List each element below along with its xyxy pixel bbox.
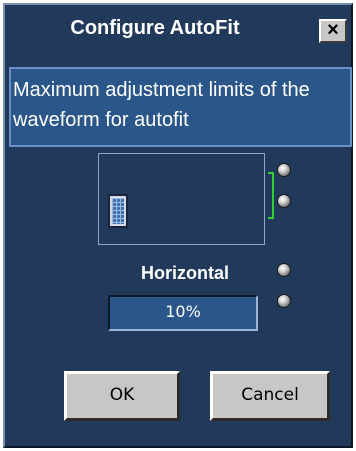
ok-button[interactable]: OK <box>64 371 180 421</box>
waveform-icon <box>108 194 128 228</box>
configure-autofit-dialog: Configure AutoFit × Maximum adjustment l… <box>3 3 353 448</box>
dialog-title: Configure AutoFit <box>70 17 240 39</box>
vertical-bracket-icon <box>268 172 274 219</box>
waveform-preview <box>98 153 265 245</box>
description-box: Maximum adjustment limits of the wavefor… <box>9 67 352 147</box>
horizontal-label: Horizontal <box>141 263 229 283</box>
title-bar[interactable]: Configure AutoFit × <box>5 5 351 53</box>
vertical-upper-knob-icon[interactable] <box>277 163 291 177</box>
cancel-button[interactable]: Cancel <box>210 371 330 421</box>
horizontal-knob-icon[interactable] <box>277 263 291 277</box>
horizontal-percent-field[interactable]: 10% <box>108 295 258 331</box>
vertical-lower-knob-icon[interactable] <box>277 194 291 208</box>
close-button[interactable]: × <box>319 19 347 43</box>
horizontal-value-knob-icon[interactable] <box>277 294 291 308</box>
waveform-grid <box>112 198 124 224</box>
description-text: Maximum adjustment limits of the wavefor… <box>13 79 310 131</box>
